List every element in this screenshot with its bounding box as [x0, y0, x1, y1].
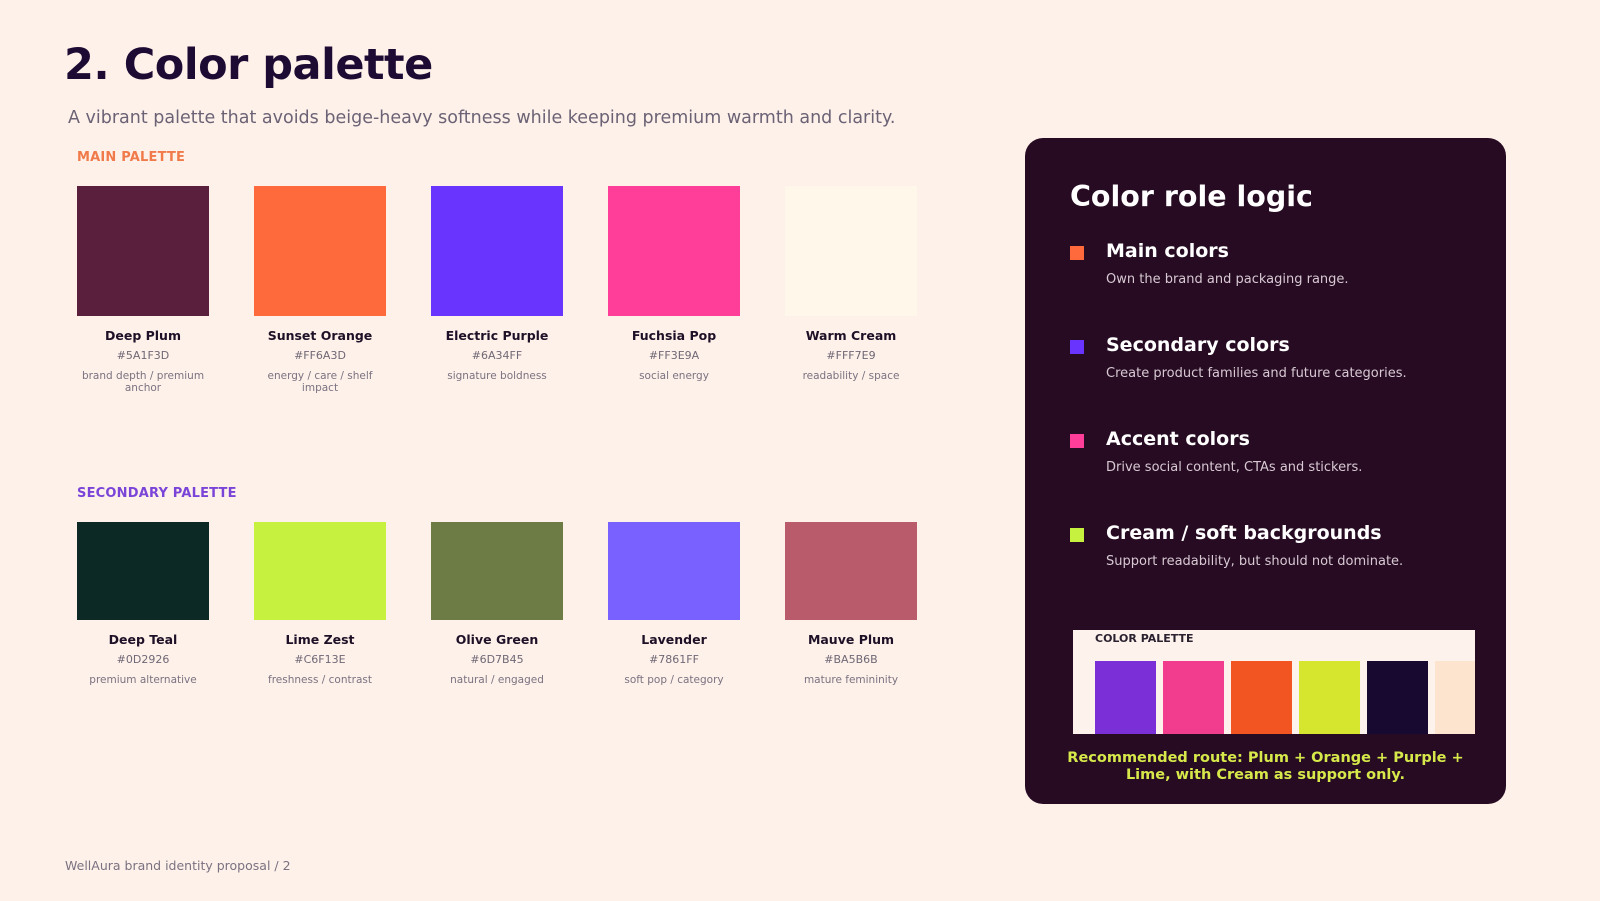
swatch-card: Olive Green #6D7B45 natural / engaged — [431, 522, 563, 686]
swatch-color-box — [785, 522, 917, 620]
swatch-card: Sunset Orange #FF6A3D energy / care / shel… — [254, 186, 386, 394]
mini-swatch — [1163, 661, 1224, 734]
swatch-description: brand depth / premium anchor — [81, 370, 205, 394]
swatch-hex: #FF6A3D — [294, 349, 346, 362]
swatch-name: Warm Cream — [805, 328, 897, 343]
swatch-name: Fuchsia Pop — [631, 328, 717, 343]
swatch-name: Deep Plum — [104, 328, 181, 343]
role-name: Cream / soft backgrounds — [1106, 522, 1382, 544]
swatch-color-box — [608, 186, 740, 316]
swatch-hex: #6A34FF — [471, 349, 523, 362]
role-color-square — [1070, 434, 1084, 448]
role-description: Support readability, but should not domi… — [1106, 554, 1404, 569]
swatch-hex: #5A1F3D — [116, 349, 170, 362]
role-panel-title: Color role logic — [1070, 180, 1313, 213]
swatch-color-box — [431, 522, 563, 620]
swatch-hex: #FF3E9A — [648, 349, 700, 362]
role-name: Accent colors — [1106, 428, 1250, 450]
swatch-description: freshness / contrast — [268, 674, 372, 686]
role-color-square — [1070, 246, 1084, 260]
secondary-palette-row: Deep Teal #0D2926 premium alternative Lime … — [77, 522, 917, 686]
mini-palette-swatches — [1095, 661, 1475, 734]
mini-swatch — [1435, 661, 1475, 734]
swatch-hex: #0D2926 — [116, 653, 170, 666]
recommendation-text: Recommended route: Plum + Orange + Purpl… — [1067, 750, 1464, 783]
mini-swatch — [1231, 661, 1292, 734]
swatch-description: energy / care / shelf impact — [267, 370, 373, 394]
swatch-description: natural / engaged — [450, 674, 544, 686]
main-palette-row: Deep Plum #5A1F3D brand depth / premium an… — [77, 186, 917, 394]
swatch-name: Lavender — [641, 632, 707, 647]
swatch-name: Sunset Orange — [267, 328, 373, 343]
swatch-card: Warm Cream #FFF7E9 readability / space — [785, 186, 917, 394]
swatch-name: Electric Purple — [445, 328, 549, 343]
page-footer: WellAura brand identity proposal / 2 — [65, 858, 291, 873]
mini-swatch — [1095, 661, 1156, 734]
mini-swatch — [1367, 661, 1428, 734]
swatch-card: Fuchsia Pop #FF3E9A social energy — [608, 186, 740, 394]
swatch-hex: #6D7B45 — [470, 653, 524, 666]
swatch-color-box — [77, 522, 209, 620]
swatch-color-box — [608, 522, 740, 620]
role-color-square — [1070, 528, 1084, 542]
role-name: Secondary colors — [1106, 334, 1290, 356]
swatch-description: premium alternative — [89, 674, 197, 686]
role-name: Main colors — [1106, 240, 1229, 262]
swatch-description: signature boldness — [447, 370, 547, 382]
mini-palette-preview: COLOR PALETTE — [1073, 630, 1475, 734]
mini-palette-label: COLOR PALETTE — [1095, 632, 1194, 645]
swatch-color-box — [431, 186, 563, 316]
swatch-color-box — [254, 186, 386, 316]
swatch-name: Deep Teal — [108, 632, 178, 647]
secondary-palette-label: SECONDARY PALETTE — [77, 486, 237, 501]
swatch-card: Deep Plum #5A1F3D brand depth / premium an… — [77, 186, 209, 394]
swatch-description: soft pop / category — [624, 674, 724, 686]
role-color-square — [1070, 340, 1084, 354]
swatch-name: Lime Zest — [285, 632, 355, 647]
swatch-name: Mauve Plum — [807, 632, 895, 647]
main-palette-label: MAIN PALETTE — [77, 150, 186, 165]
color-role-panel: Color role logic Main colors Own the bran… — [1025, 138, 1506, 804]
swatch-hex: #C6F13E — [294, 653, 346, 666]
swatch-description: social energy — [639, 370, 709, 382]
swatch-hex: #BA5B6B — [824, 653, 878, 666]
swatch-hex: #FFF7E9 — [826, 349, 876, 362]
swatch-card: Lime Zest #C6F13E freshness / contrast — [254, 522, 386, 686]
swatch-description: readability / space — [802, 370, 900, 382]
swatch-description: mature femininity — [803, 674, 899, 686]
swatch-color-box — [77, 186, 209, 316]
swatch-card: Mauve Plum #BA5B6B mature femininity — [785, 522, 917, 686]
swatch-hex: #7861FF — [649, 653, 699, 666]
role-description: Create product families and future categ… — [1106, 366, 1407, 381]
role-description: Own the brand and packaging range. — [1106, 272, 1349, 287]
mini-swatch — [1299, 661, 1360, 734]
role-description: Drive social content, CTAs and stickers. — [1106, 460, 1363, 475]
page-subtitle: A vibrant palette that avoids beige-heav… — [68, 108, 896, 128]
swatch-card: Deep Teal #0D2926 premium alternative — [77, 522, 209, 686]
swatch-card: Electric Purple #6A34FF signature boldness — [431, 186, 563, 394]
page-title: 2. Color palette — [64, 40, 433, 90]
swatch-card: Lavender #7861FF soft pop / category — [608, 522, 740, 686]
swatch-name: Olive Green — [455, 632, 539, 647]
swatch-color-box — [254, 522, 386, 620]
swatch-color-box — [785, 186, 917, 316]
